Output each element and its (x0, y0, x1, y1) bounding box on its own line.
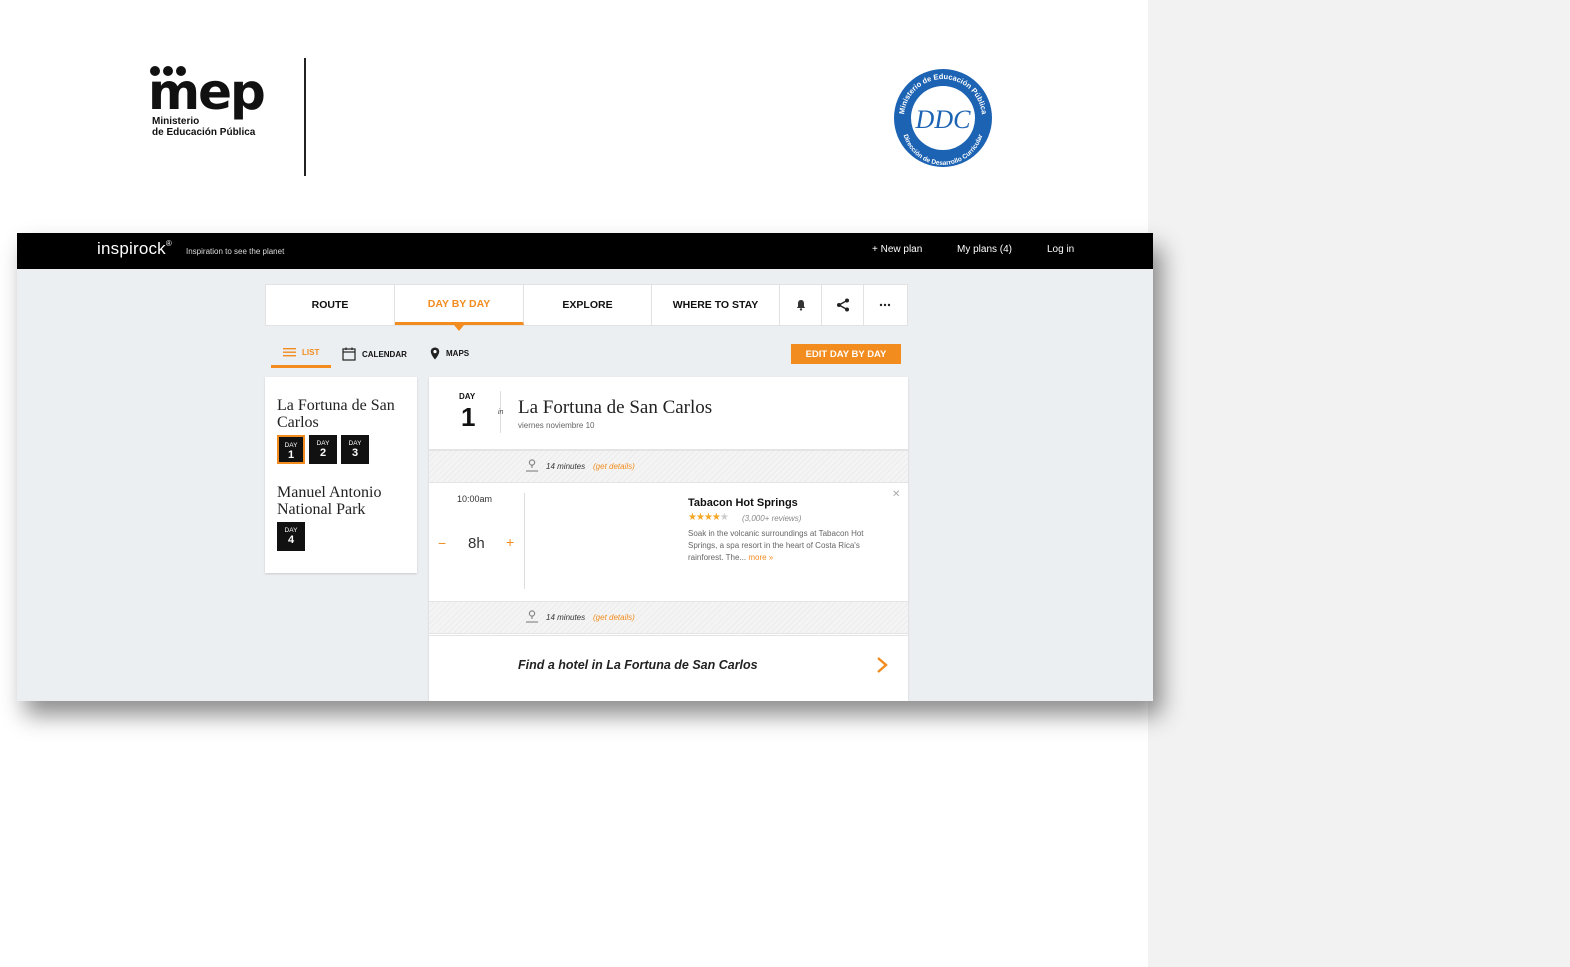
transit-row: 14 minutes (get details) (429, 450, 908, 483)
sidebar-place-la-fortuna[interactable]: La Fortuna de San Carlos (277, 397, 417, 431)
star-filled-icon: ★ (711, 512, 721, 523)
find-hotel-row[interactable]: Find a hotel in La Fortuna de San Carlos (429, 635, 908, 701)
edit-day-by-day-button[interactable]: EDIT DAY BY DAY (791, 344, 901, 364)
map-pin-icon (430, 347, 440, 360)
tab-route[interactable]: ROUTE (266, 285, 395, 325)
day-chip-number: 1 (287, 449, 295, 461)
brand-mark: ® (165, 239, 172, 248)
day-header-in: in (498, 409, 504, 416)
view-calendar[interactable]: CALENDAR (342, 347, 407, 361)
inspirock-screenshot: inspirock® Inspiration to see the planet… (17, 233, 1153, 701)
day-chip-label: DAY (284, 442, 298, 449)
top-bar: inspirock® Inspiration to see the planet… (17, 233, 1153, 269)
activity-row: 10:00am − 8h + Tabacon Hot Springs ★★★★★… (429, 483, 908, 601)
destinations-sidebar: La Fortuna de San Carlos DAY 1 DAY 2 DAY… (265, 377, 417, 573)
star-empty-icon: ★ (719, 512, 729, 523)
day-chip-number: 3 (351, 447, 359, 459)
view-list-label: LIST (302, 347, 320, 357)
view-calendar-label: CALENDAR (362, 349, 407, 359)
mep-logo-sub-line2: de Educación Pública (152, 127, 256, 138)
mep-logo-word: mep (148, 67, 266, 117)
view-list-underline (271, 365, 331, 368)
day-chip-label: DAY (316, 440, 330, 447)
sidebar-place-manuel-antonio[interactable]: Manuel Antonio National Park (277, 484, 417, 518)
transit-icon (526, 610, 538, 623)
tab-day-by-day[interactable]: DAY BY DAY (395, 285, 524, 331)
transit-time: 14 minutes (546, 462, 586, 471)
activity-reviews: (3,000+ reviews) (742, 514, 802, 523)
header-divider (304, 58, 306, 176)
log-in-link[interactable]: Log in (1047, 244, 1074, 255)
tab-where-to-stay[interactable]: WHERE TO STAY (652, 285, 780, 325)
view-list[interactable]: LIST (283, 347, 319, 357)
transit-icon (526, 459, 538, 472)
ddc-seal-logo: Ministerio de Educación Pública Direcció… (894, 69, 992, 167)
mep-logo-sub-line1: Ministerio (152, 116, 200, 127)
view-maps[interactable]: MAPS (430, 347, 469, 360)
calendar-icon (342, 347, 356, 361)
brand-pre: inspi (97, 239, 133, 258)
decrease-duration-button[interactable]: − (438, 535, 446, 551)
share-button[interactable] (822, 285, 864, 325)
find-hotel-place: La Fortuna de San Carlos (606, 658, 758, 672)
chevron-right-icon (877, 657, 888, 673)
new-plan-link[interactable]: + New plan (872, 244, 922, 255)
star-filled-icon: ★ (695, 512, 705, 523)
transit-row: 14 minutes (get details) (429, 601, 908, 634)
activity-rating: ★★★★★ (688, 512, 729, 523)
ellipsis-icon (879, 303, 891, 307)
find-hotel-prefix: Find a hotel in (518, 658, 603, 672)
itinerary-card: DAY 1 in La Fortuna de San Carlos vierne… (429, 377, 908, 701)
mep-logo-text: mep (148, 63, 266, 121)
day-chip-4[interactable]: DAY 4 (277, 522, 305, 551)
transit-details-link[interactable]: (get details) (593, 613, 635, 622)
bell-icon (796, 300, 805, 311)
increase-duration-button[interactable]: + (506, 534, 514, 550)
day-chip-1[interactable]: DAY 1 (277, 435, 305, 464)
day-header-label: DAY (459, 392, 476, 401)
day-chip-number: 2 (319, 447, 327, 459)
activity-name[interactable]: Tabacon Hot Springs (688, 497, 798, 509)
day-header-date: viernes noviembre 10 (518, 421, 595, 430)
right-blank-panel (1148, 0, 1570, 967)
activity-description-text: Soak in the volcanic surroundings at Tab… (688, 529, 864, 562)
my-plans-link[interactable]: My plans (4) (957, 244, 1012, 255)
day-chip-3[interactable]: DAY 3 (341, 435, 369, 464)
close-icon: ✕ (892, 489, 901, 500)
slide-page: mep Ministerio de Educación Pública Mini… (0, 0, 1570, 967)
plan-tabs: ROUTE DAY BY DAY EXPLORE WHERE TO STAY (265, 284, 908, 331)
remove-activity-button[interactable]: ✕ (892, 489, 900, 500)
star-filled-icon: ★ (703, 512, 713, 523)
transit-time: 14 minutes (546, 613, 586, 622)
star-filled-icon: ★ (688, 512, 697, 523)
find-hotel-text: Find a hotel in La Fortuna de San Carlos (518, 658, 758, 672)
view-maps-label: MAPS (446, 349, 470, 358)
transit-details-link[interactable]: (get details) (593, 462, 635, 471)
activity-divider (524, 493, 525, 589)
activity-duration: 8h (468, 535, 485, 552)
mep-logo: mep Ministerio de Educación Pública (148, 66, 278, 146)
day-header-number: 1 (461, 402, 476, 432)
day-header-place: La Fortuna de San Carlos (518, 397, 713, 418)
share-icon (836, 298, 849, 312)
day-chip-number: 4 (287, 534, 295, 546)
inspirock-logo[interactable]: inspirock® (97, 239, 172, 259)
day-chip-label: DAY (284, 527, 298, 534)
brand-post: rock (132, 239, 166, 258)
activity-description: Soak in the volcanic surroundings at Tab… (688, 528, 888, 564)
mep-logo-subtitle: Ministerio de Educación Pública (152, 116, 255, 138)
activity-more-link[interactable]: more » (748, 553, 773, 562)
day-chip-2[interactable]: DAY 2 (309, 435, 337, 464)
day-header: DAY 1 in La Fortuna de San Carlos vierne… (429, 377, 908, 450)
more-options-button[interactable] (864, 285, 906, 325)
ddc-seal-monogram: DDC (915, 105, 972, 134)
list-icon (283, 348, 296, 357)
tagline: Inspiration to see the planet (186, 247, 285, 256)
day-chip-label: DAY (348, 440, 362, 447)
tab-explore[interactable]: EXPLORE (524, 285, 652, 325)
activity-start-time: 10:00am (457, 494, 493, 504)
notifications-button[interactable] (780, 285, 822, 325)
